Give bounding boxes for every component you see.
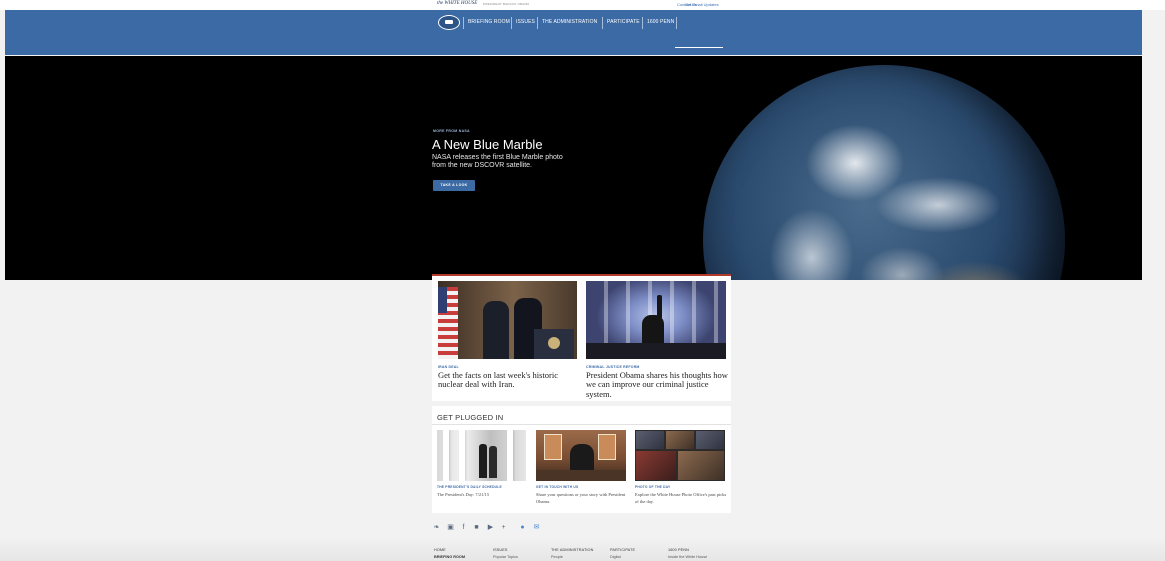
site-brand[interactable]: the WHITE HOUSE xyxy=(437,1,477,6)
podium-seal xyxy=(548,337,560,349)
window-graphic xyxy=(544,434,562,460)
flickr-icon[interactable]: ■ xyxy=(472,523,481,532)
get-plugged-in-card: GET PLUGGED IN THE PRESIDENT'S DAILY SCH… xyxy=(432,406,731,513)
get-in-touch-photo[interactable] xyxy=(536,430,626,481)
plug-description[interactable]: Share your questions or your story with … xyxy=(536,491,628,505)
window-graphic xyxy=(598,434,616,460)
iran-deal-photo[interactable] xyxy=(438,281,577,359)
nav-active-underline xyxy=(675,47,723,48)
utility-bar: the WHITE HOUSE PRESIDENT BARACK OBAMA C… xyxy=(0,0,1165,10)
figure xyxy=(479,444,487,478)
story-eyebrow[interactable]: CRIMINAL JUSTICE REFORM xyxy=(586,365,640,369)
photo-of-the-day-collage[interactable] xyxy=(635,430,725,481)
hero-eyebrow: MORE FROM NASA xyxy=(433,129,470,133)
white-house-seal-icon[interactable] xyxy=(438,15,460,30)
collage-tile xyxy=(666,431,694,449)
nav-1600-penn[interactable]: 1600 PENN xyxy=(647,19,674,25)
story-headline[interactable]: President Obama shares his thoughts how … xyxy=(586,370,728,399)
footer-link-issues[interactable]: ISSUES xyxy=(493,548,508,552)
story-headline[interactable]: Get the facts on last week's historic nu… xyxy=(438,370,578,390)
collage-tile xyxy=(696,431,724,449)
nav-briefing-room[interactable]: BRIEFING ROOM xyxy=(468,19,510,25)
youtube-icon[interactable]: ▶ xyxy=(486,523,495,532)
nav-divider xyxy=(463,17,464,29)
plug-eyebrow[interactable]: PHOTO OF THE DAY xyxy=(635,485,670,489)
site-brand-subtitle: PRESIDENT BARACK OBAMA xyxy=(483,2,530,6)
footer-link-the-administration[interactable]: THE ADMINISTRATION xyxy=(551,548,593,552)
hero-title: A New Blue Marble xyxy=(432,137,543,152)
nav-divider xyxy=(511,17,512,29)
column-graphic xyxy=(507,430,513,481)
facebook-icon[interactable]: f xyxy=(459,523,468,532)
nav-divider xyxy=(642,17,643,29)
collage-tile xyxy=(678,451,724,480)
footer-link-digital[interactable]: Digital xyxy=(610,555,621,559)
figure xyxy=(483,301,509,359)
column-graphic xyxy=(443,430,449,481)
crowd-silhouette xyxy=(586,343,726,359)
footer-link-1600-penn[interactable]: 1600 PENN xyxy=(668,548,689,552)
blue-marble-earth-image xyxy=(703,65,1065,280)
desk-graphic xyxy=(536,470,626,481)
daily-schedule-photo[interactable] xyxy=(437,430,526,481)
email-updates-link[interactable]: Get Email Updates xyxy=(685,2,719,7)
nav-participate[interactable]: PARTICIPATE xyxy=(607,19,640,25)
nav-issues[interactable]: ISSUES xyxy=(516,19,535,25)
plug-eyebrow[interactable]: GET IN TOUCH WITH US xyxy=(536,485,578,489)
nav-divider xyxy=(676,17,677,29)
footer-link-participate[interactable]: PARTICIPATE xyxy=(610,548,635,552)
nav-the-administration[interactable]: THE ADMINISTRATION xyxy=(542,19,597,25)
google-plus-icon[interactable]: + xyxy=(499,523,508,532)
instagram-icon[interactable]: ▣ xyxy=(446,523,455,532)
email-icon[interactable]: ✉ xyxy=(532,523,541,532)
chat-icon[interactable]: ● xyxy=(518,523,527,532)
main-nav: BRIEFING ROOM ISSUES THE ADMINISTRATION … xyxy=(5,10,1142,55)
footer-link-home[interactable]: HOME xyxy=(434,548,446,552)
collage-tile xyxy=(636,431,664,449)
twitter-icon[interactable]: ❧ xyxy=(432,523,441,532)
feature-stories-card: IRAN DEAL Get the facts on last week's h… xyxy=(432,274,731,401)
footer-link-popular-topics[interactable]: Popular Topics xyxy=(493,555,518,559)
figure xyxy=(489,446,497,478)
footer-link-inside-the-white-house[interactable]: Inside the White House xyxy=(668,555,707,559)
footer-link-people[interactable]: People xyxy=(551,555,563,559)
footer-link-briefing-room[interactable]: BRIEFING ROOM xyxy=(434,555,465,559)
column-graphic xyxy=(459,430,465,481)
page: the WHITE HOUSE PRESIDENT BARACK OBAMA C… xyxy=(0,0,1165,561)
hero-banner[interactable]: MORE FROM NASA A New Blue Marble NASA re… xyxy=(5,56,1142,280)
plug-description[interactable]: Explore the White House Photo Office's p… xyxy=(635,491,728,505)
collage-tile xyxy=(636,451,676,480)
divider xyxy=(432,424,731,425)
section-heading: GET PLUGGED IN xyxy=(437,413,504,422)
story-eyebrow[interactable]: IRAN DEAL xyxy=(438,365,459,369)
hero-description: NASA releases the first Blue Marble phot… xyxy=(432,154,563,169)
criminal-justice-photo[interactable] xyxy=(586,281,726,359)
flag-canton xyxy=(438,287,447,313)
nav-divider xyxy=(602,17,603,29)
nav-divider xyxy=(537,17,538,29)
take-a-look-button[interactable]: TAKE A LOOK xyxy=(433,180,475,191)
plug-eyebrow[interactable]: THE PRESIDENT'S DAILY SCHEDULE xyxy=(437,485,502,489)
plug-description[interactable]: The President's Day: 7/21/15 xyxy=(437,491,527,498)
